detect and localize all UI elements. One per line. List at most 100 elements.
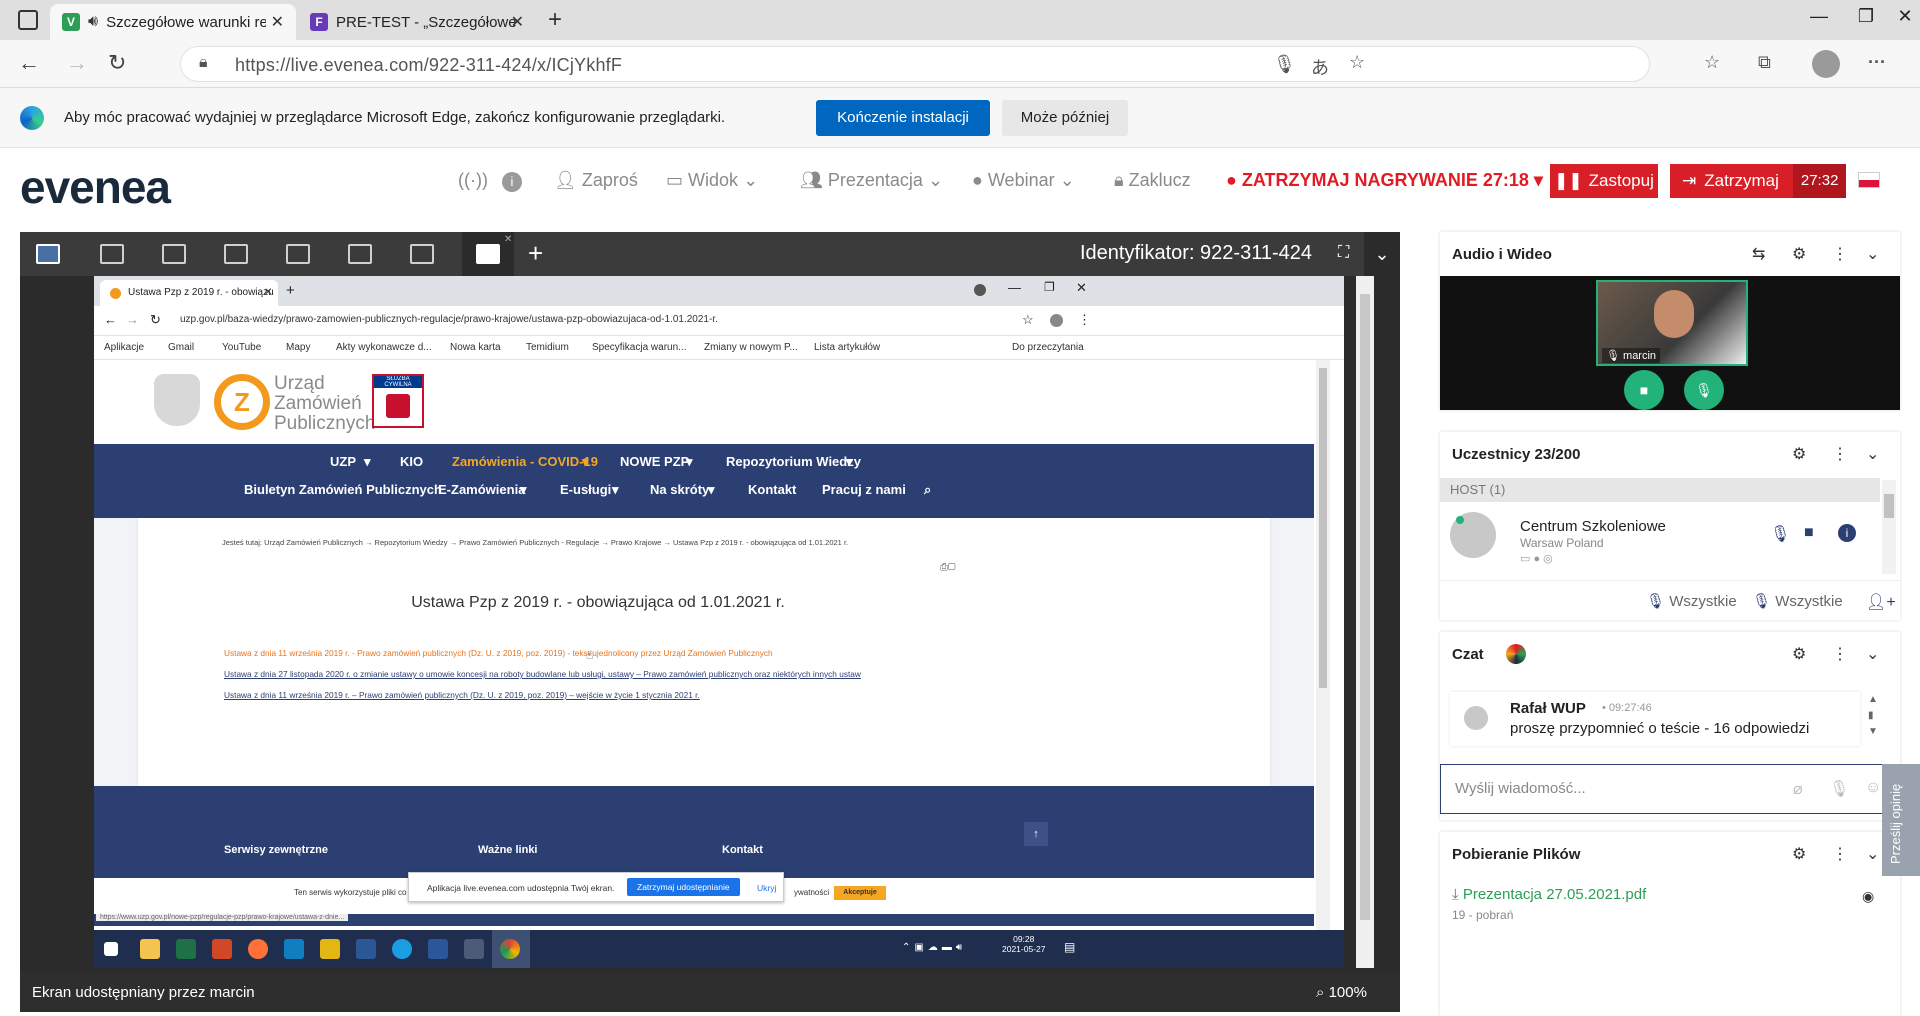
chat-scrollbar[interactable]: ▲ ▮ ▼ [1868, 692, 1878, 740]
files-panel: Pobieranie Plików ⚙ ⋮ ⌄ ⤓ Prezentacja 27… [1440, 832, 1900, 1016]
chat-status-icon[interactable] [1506, 644, 1526, 664]
image-file-icon[interactable] [286, 244, 310, 264]
new-tab-button[interactable]: + [548, 6, 562, 34]
presentation-menu[interactable]: 👥︎ Prezentacja ⌄ [800, 170, 943, 191]
image-file-icon[interactable] [348, 244, 372, 264]
minimize-icon: — [1008, 280, 1021, 295]
eye-icon[interactable]: ◉ [1862, 888, 1874, 905]
favorite-add-icon[interactable]: ☆ [1349, 52, 1365, 73]
more-icon[interactable]: ⋮ [1832, 844, 1848, 864]
shared-screen-area: Ustawa Pzp z 2019 r. - obowiązu ✕ + — ❐ … [20, 276, 1400, 968]
back-icon[interactable]: ← [18, 50, 40, 76]
reload-icon[interactable]: ↻ [108, 50, 126, 76]
swap-icon[interactable]: ⇆ [1752, 244, 1765, 264]
info-icon[interactable]: i [502, 172, 522, 192]
bookmark: Aplikacje [104, 342, 145, 353]
camera-icon[interactable]: ■ [1804, 524, 1814, 542]
image-file-icon[interactable] [100, 244, 124, 264]
close-icon[interactable]: ✕ [271, 12, 284, 32]
profile-avatar[interactable] [1812, 50, 1840, 78]
host-name: Centrum Szkoleniowe [1520, 518, 1666, 535]
windows-taskbar: ⌃▣☁▬🔊︎ 09:28 2021-05-27 ▤ [94, 930, 1344, 968]
chevron-down-icon[interactable]: ⌄ [1866, 244, 1879, 264]
more-icon[interactable]: ⋮ [1832, 644, 1848, 664]
gear-icon[interactable]: ⚙ [1792, 644, 1806, 664]
minimize-button[interactable]: — [1796, 6, 1842, 27]
gear-icon[interactable]: ⚙ [1792, 444, 1806, 464]
screen-share-tab[interactable]: ✕ [462, 232, 514, 276]
fullscreen-icon[interactable]: ⛶ [1338, 244, 1349, 262]
stage-scrollbar[interactable] [1356, 276, 1374, 968]
attachment-icon[interactable]: ⌀ [1793, 779, 1803, 799]
calculator-icon [464, 939, 484, 959]
maybe-later-button[interactable]: Może później [1002, 100, 1128, 136]
chat-input[interactable]: Wyślij wiadomość... ⌀ 🎙︎ ☺ [1440, 764, 1900, 814]
microphone-toggle-button[interactable]: 🎙︎ [1684, 370, 1724, 410]
invite-button[interactable]: 👤︎ Zaproś [554, 170, 638, 191]
polish-flag-icon[interactable] [1858, 172, 1880, 188]
webinar-menu[interactable]: ● Webinar ⌄ [972, 170, 1075, 191]
chevron-down-icon: ⌄ [927, 170, 944, 190]
chevron-down-icon[interactable]: ⌄ [1866, 444, 1879, 464]
view-menu[interactable]: ▭ Widok ⌄ [666, 170, 758, 191]
uzp-nav-item: E-Zamówienia [438, 482, 526, 497]
word-file-icon[interactable] [224, 244, 248, 264]
shared-url: uzp.gov.pl/baza-wiedzy/prawo-zamowien-pu… [180, 314, 718, 325]
gear-icon[interactable]: ⚙ [1792, 244, 1806, 264]
collections-icon[interactable]: ⧉ [1758, 52, 1771, 73]
unmute-all-button[interactable]: 🎙︎ Wszystkie [1752, 592, 1843, 610]
more-icon[interactable]: ··· [1868, 52, 1886, 73]
evenea-logo[interactable]: evenea [20, 160, 171, 214]
monitor-icon [476, 244, 500, 264]
stop-recording-button[interactable]: ● ZATRZYMAJ NAGRYWANIE 27:18 ▾ [1226, 170, 1543, 191]
stop-button[interactable]: ⇥ Zatrzymaj 27:32 [1670, 164, 1847, 198]
image-file-icon[interactable] [162, 244, 186, 264]
wifi-icon[interactable]: ((·)) [458, 170, 488, 191]
emoji-icon[interactable]: ☺ [1865, 779, 1881, 797]
mic-icon[interactable]: 🎙︎ [1770, 524, 1790, 544]
more-icon[interactable]: ⋮ [1832, 444, 1848, 464]
translate-icon[interactable]: あ [1311, 54, 1329, 80]
meeting-identifier: Identyfikator: 922-311-424 [1080, 242, 1313, 264]
lock-button[interactable]: 🔒︎ Zaklucz [1114, 170, 1191, 191]
evenea-favicon: V [62, 13, 80, 31]
uzp-nav-item: NOWE PZP [620, 454, 690, 469]
more-icon[interactable]: ⋮ [1832, 244, 1848, 264]
participants-scrollbar[interactable] [1882, 480, 1896, 574]
maximize-button[interactable]: ❐ [1843, 6, 1889, 27]
zoom-level[interactable]: ⌕ 100% [1316, 984, 1367, 1001]
close-window-button[interactable]: ✕ [1890, 6, 1920, 27]
lock-icon[interactable]: 🔒︎ [199, 54, 208, 72]
mic-icon: 🎙︎ [1606, 350, 1620, 362]
favorites-icon[interactable]: ☆ [1704, 52, 1720, 73]
mic-icon[interactable]: 🎙︎ [1829, 779, 1849, 799]
add-user-icon[interactable]: 👤︎+ [1866, 592, 1896, 612]
camera-toggle-button[interactable]: ■ [1624, 370, 1664, 410]
feedback-tab[interactable]: Prześlij opinię [1882, 764, 1920, 876]
finish-setup-button[interactable]: Kończenie instalacji [816, 100, 990, 136]
tab-actions-icon[interactable] [18, 10, 38, 30]
image-file-icon[interactable] [410, 244, 434, 264]
microphone-icon[interactable]: 🎙︎ [1273, 54, 1296, 75]
chevron-down-icon[interactable]: ⌄ [1866, 644, 1879, 664]
gear-icon[interactable]: ⚙ [1792, 844, 1806, 864]
chevron-down-icon: ⌄ [1059, 170, 1075, 190]
tab-evenea[interactable]: V 🔊︎ Szczegółowe warunki realiz ✕ [50, 4, 296, 40]
mute-all-button[interactable]: 🎙︎ Wszystkie [1646, 592, 1737, 610]
info-icon[interactable]: i [1838, 524, 1856, 542]
file-link[interactable]: ⤓ Prezentacja 27.05.2021.pdf [1452, 886, 1646, 903]
add-content-button[interactable]: + [528, 238, 543, 269]
chevron-down-icon[interactable]: ⌄ [1866, 844, 1879, 864]
replace-button[interactable]: ❚❚ Zastopuj [1550, 164, 1658, 198]
url-field[interactable]: 🔒︎ https://live.evenea.com/922-311-424/x… [180, 46, 1650, 82]
close-icon[interactable]: ✕ [511, 12, 524, 32]
speaker-icon[interactable]: 🔊︎ [88, 13, 98, 31]
chevron-down-icon[interactable]: ⌄ [1364, 232, 1400, 276]
download-icon: ⤓ [1452, 886, 1459, 903]
bookmark: YouTube [222, 342, 262, 353]
tab-pretest[interactable]: F PRE-TEST - „Szczegółowe warun ✕ [298, 4, 536, 40]
powerpoint-file-icon[interactable] [36, 244, 60, 264]
participant-video[interactable]: 🎙︎ marcin [1596, 280, 1748, 366]
forward-icon[interactable]: → [66, 50, 88, 76]
close-icon[interactable]: ✕ [504, 234, 512, 245]
